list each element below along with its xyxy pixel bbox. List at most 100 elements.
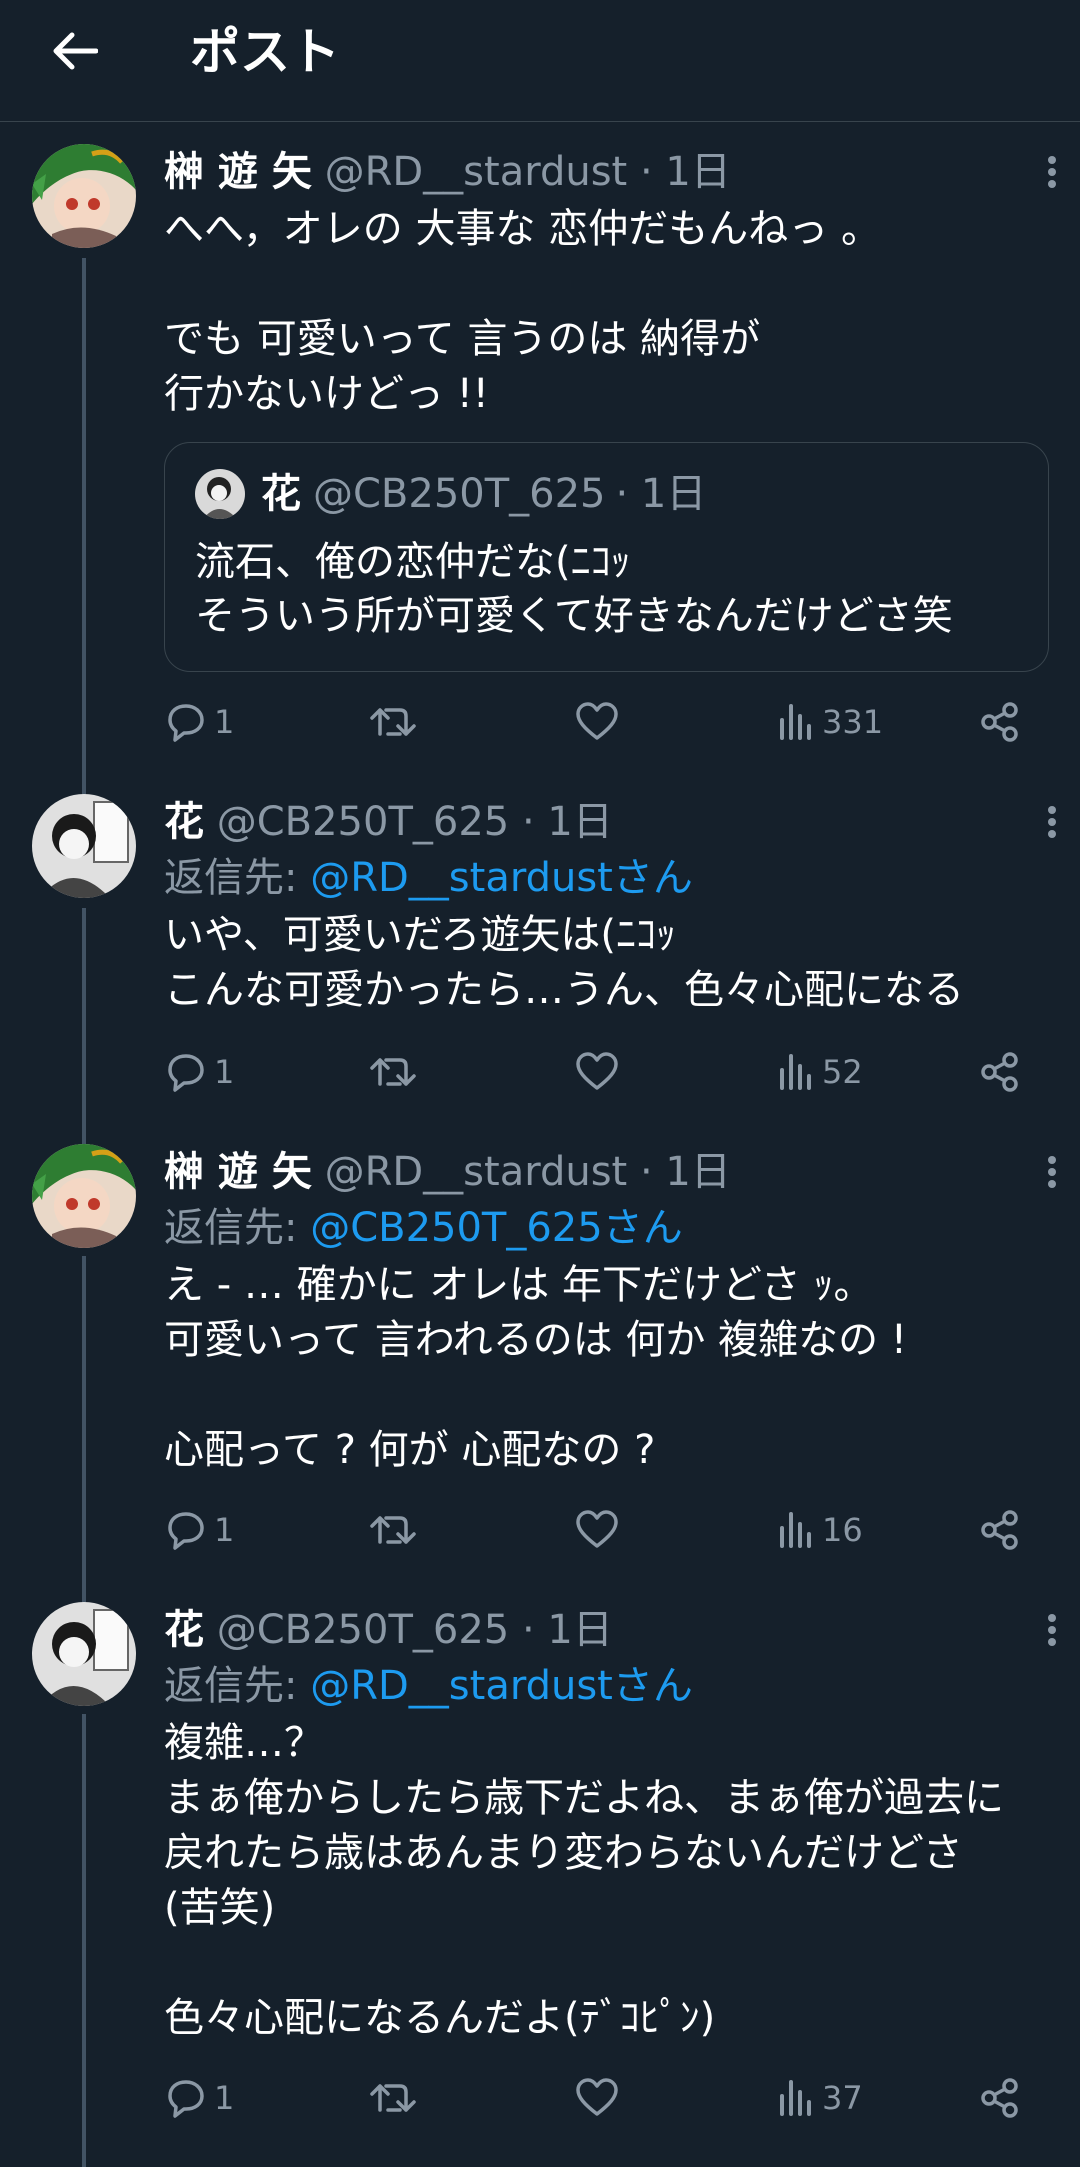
share-icon <box>981 1052 1018 1092</box>
reply-icon <box>168 2080 204 2118</box>
reply-to-mention[interactable]: @RD__stardustさん <box>310 1663 693 1709</box>
retweet-button[interactable] <box>368 2068 418 2128</box>
post-actions: 1 52 <box>164 1042 1044 1102</box>
post-text: いや、可愛いだろ遊矢は(ﾆｺｯ こんな可愛かったら…うん、色々心配になる <box>164 912 964 1013</box>
post-time: · 1日 <box>639 149 731 195</box>
share-icon <box>981 2078 1018 2118</box>
reply-icon <box>168 1512 204 1550</box>
author-name: 花 <box>261 471 301 517</box>
reply-count: 1 <box>214 703 235 741</box>
retweet-button[interactable] <box>368 692 418 752</box>
author-name[interactable]: 花 <box>164 1607 204 1653</box>
views-icon <box>780 1512 811 1548</box>
reply-to-line: 返信先: @RD__stardustさん <box>164 1658 1050 1714</box>
retweet-button[interactable] <box>368 1500 418 1560</box>
reply-to-line: 返信先: @CB250T_625さん <box>164 1200 1050 1256</box>
reply-count: 1 <box>214 1511 235 1549</box>
views-button[interactable]: 331 <box>776 692 883 752</box>
retweet-icon <box>370 2084 416 2112</box>
like-icon <box>576 1052 618 1090</box>
like-icon <box>576 702 618 740</box>
share-icon <box>981 1510 1018 1550</box>
like-button[interactable] <box>574 1042 620 1102</box>
author-name[interactable]: 榊 遊 矢 <box>164 149 312 195</box>
retweet-icon <box>370 1058 416 1086</box>
reply-icon <box>168 704 204 742</box>
thread-line <box>82 1256 86 1608</box>
avatar <box>195 469 245 519</box>
post-meta: 花 @CB250T_625 · 1日 <box>164 1602 1050 1658</box>
post-meta: 榊 遊 矢 @RD__stardust · 1日 <box>164 1144 1050 1200</box>
reply-count: 1 <box>214 1053 235 1091</box>
retweet-button[interactable] <box>368 1042 418 1102</box>
post-actions: 1 16 <box>164 1500 1044 1560</box>
like-button[interactable] <box>574 2068 620 2128</box>
like-icon <box>576 2078 618 2116</box>
thread-line <box>82 258 86 802</box>
view-count: 52 <box>822 1053 863 1091</box>
author-handle[interactable]: @CB250T_625 <box>217 799 510 845</box>
post-text: へへ，オレの 大事な 恋仲だもんねっ 。 でも 可愛いって 言うのは 納得が 行… <box>164 206 881 417</box>
avatar[interactable] <box>32 1602 136 1706</box>
post-meta: 榊 遊 矢 @RD__stardust · 1日 <box>164 144 1050 200</box>
quoted-post-meta: 花 @CB250T_625 · 1日 <box>195 467 1018 521</box>
quoted-post[interactable]: 花 @CB250T_625 · 1日 流石、俺の恋仲だな(ﾆｺｯ そういう所が可… <box>164 442 1049 672</box>
views-button[interactable]: 37 <box>776 2068 863 2128</box>
quoted-post-text: 流石、俺の恋仲だな(ﾆｺｯ そういう所が可愛くて好きなんだけどさ笑 <box>195 539 953 639</box>
post-time: · 1日 <box>639 1149 731 1195</box>
back-arrow-icon[interactable] <box>48 24 102 78</box>
author-handle[interactable]: @RD__stardust <box>325 1149 628 1195</box>
share-button[interactable] <box>978 1500 1022 1560</box>
avatar[interactable] <box>32 144 136 248</box>
like-button[interactable] <box>574 1500 620 1560</box>
retweet-icon <box>370 1516 416 1544</box>
avatar[interactable] <box>32 794 136 898</box>
share-button[interactable] <box>978 692 1022 752</box>
share-button[interactable] <box>978 2068 1022 2128</box>
post-actions: 1 331 <box>164 692 1044 752</box>
share-button[interactable] <box>978 1042 1022 1102</box>
views-icon <box>780 704 811 740</box>
author-handle: @CB250T_625 <box>313 471 606 517</box>
reply-to-label: 返信先: <box>164 1205 311 1251</box>
reply-button[interactable]: 1 <box>164 1500 234 1560</box>
thread-line <box>82 908 86 1150</box>
reply-to-line: 返信先: @RD__stardustさん <box>164 850 1050 906</box>
post-time: · 1日 <box>521 799 613 845</box>
views-icon <box>780 1054 811 1090</box>
reply-to-label: 返信先: <box>164 1663 311 1709</box>
post-time: · 1日 <box>521 1607 613 1653</box>
author-handle[interactable]: @CB250T_625 <box>217 1607 510 1653</box>
reply-count: 1 <box>214 2079 235 2117</box>
reply-button[interactable]: 1 <box>164 2068 234 2128</box>
views-button[interactable]: 16 <box>776 1500 863 1560</box>
reply-to-mention[interactable]: @CB250T_625さん <box>310 1205 683 1251</box>
reply-icon <box>168 1054 204 1092</box>
reply-to-label: 返信先: <box>164 855 311 901</box>
top-bar: ポスト <box>0 0 1080 122</box>
post-meta: 花 @CB250T_625 · 1日 <box>164 794 1050 850</box>
author-handle[interactable]: @RD__stardust <box>325 149 628 195</box>
reply-to-mention[interactable]: @RD__stardustさん <box>310 855 693 901</box>
more-icon[interactable] <box>1040 1610 1064 1654</box>
retweet-icon <box>370 708 416 736</box>
more-icon[interactable] <box>1040 1152 1064 1196</box>
views-icon <box>780 2080 811 2116</box>
reply-button[interactable]: 1 <box>164 1042 234 1102</box>
views-button[interactable]: 52 <box>776 1042 863 1102</box>
author-name[interactable]: 花 <box>164 799 204 845</box>
view-count: 331 <box>822 703 884 741</box>
post-time: · 1日 <box>615 471 707 517</box>
author-name[interactable]: 榊 遊 矢 <box>164 1149 312 1195</box>
like-icon <box>576 1510 618 1548</box>
view-count: 37 <box>822 2079 863 2117</box>
post-text: え - … 確かに オレは 年下だけどさ ｯ。 可愛いって 言われるのは 何か … <box>164 1262 907 1473</box>
like-button[interactable] <box>574 692 620 752</box>
view-count: 16 <box>822 1511 863 1549</box>
post-text: 複雑…？ まぁ俺からしたら歳下だよね、まぁ俺が過去に 戻れたら歳はあんまり変わら… <box>164 1720 1004 2041</box>
page-title: ポスト <box>190 23 340 81</box>
avatar[interactable] <box>32 1144 136 1248</box>
more-icon[interactable] <box>1040 152 1064 196</box>
reply-button[interactable]: 1 <box>164 692 234 752</box>
more-icon[interactable] <box>1040 802 1064 846</box>
